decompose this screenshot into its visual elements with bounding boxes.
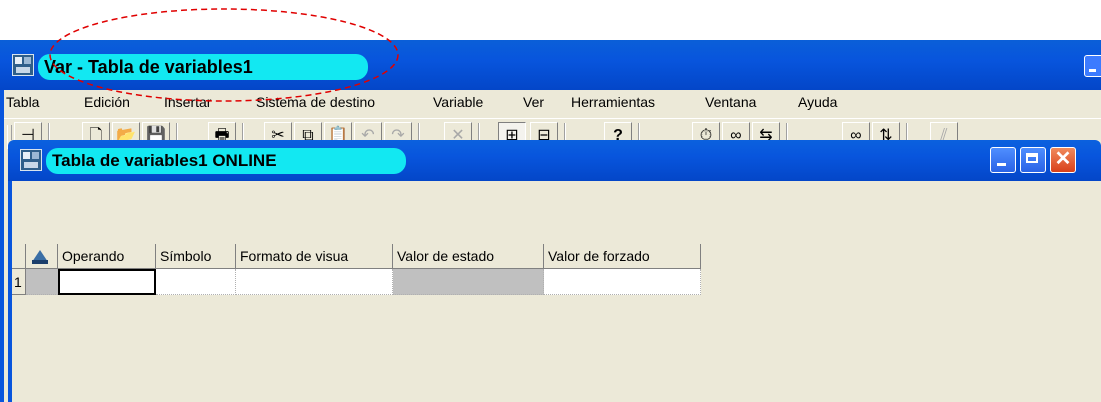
- header-simbolo[interactable]: Símbolo: [156, 244, 236, 269]
- menu-insertar[interactable]: Insertar: [164, 94, 211, 110]
- header-valor-forzado[interactable]: Valor de forzado: [544, 244, 701, 269]
- menu-edicion[interactable]: Edición: [84, 94, 130, 110]
- menu-ventana[interactable]: Ventana: [705, 94, 756, 110]
- app-icon[interactable]: [12, 54, 34, 76]
- header-gutter: [12, 244, 26, 269]
- cell-simbolo[interactable]: [156, 269, 236, 295]
- cell-formato[interactable]: [236, 269, 393, 295]
- select-all-icon: [32, 250, 48, 264]
- child-app-icon[interactable]: [20, 149, 42, 171]
- menu-bar: Tabla Edición Insertar Sistema de destin…: [4, 90, 1101, 116]
- menu-herramientas[interactable]: Herramientas: [571, 94, 655, 110]
- table-corner[interactable]: [26, 244, 58, 269]
- child-window-title: Tabla de variables1 ONLINE: [46, 148, 406, 174]
- menu-ver[interactable]: Ver: [523, 94, 544, 110]
- menu-tabla[interactable]: Tabla: [6, 94, 39, 110]
- row-selector[interactable]: [26, 269, 58, 295]
- cell-valor-forzado[interactable]: [544, 269, 701, 295]
- minimize-button[interactable]: [1084, 55, 1101, 77]
- child-close-button[interactable]: ✕: [1050, 147, 1076, 173]
- header-valor-estado[interactable]: Valor de estado: [393, 244, 544, 269]
- cell-operando[interactable]: [58, 269, 156, 295]
- row-number[interactable]: 1: [12, 269, 26, 295]
- header-formato[interactable]: Formato de visua: [236, 244, 393, 269]
- variable-table: Operando Símbolo Formato de visua Valor …: [12, 181, 1101, 402]
- main-title-bar[interactable]: Var - Tabla de variables1: [0, 40, 1101, 90]
- cell-valor-estado: [393, 269, 544, 295]
- menu-ayuda[interactable]: Ayuda: [798, 94, 837, 110]
- menu-variable[interactable]: Variable: [433, 94, 483, 110]
- menu-sistema-destino[interactable]: Sistema de destino: [256, 94, 375, 110]
- child-title-bar[interactable]: Tabla de variables1 ONLINE ✕: [8, 140, 1101, 181]
- child-maximize-button[interactable]: [1020, 147, 1046, 173]
- child-minimize-button[interactable]: [990, 147, 1016, 173]
- main-window-title: Var - Tabla de variables1: [38, 54, 368, 80]
- child-window: Tabla de variables1 ONLINE ✕ Operando Sí…: [8, 140, 1101, 402]
- header-operando[interactable]: Operando: [58, 244, 156, 269]
